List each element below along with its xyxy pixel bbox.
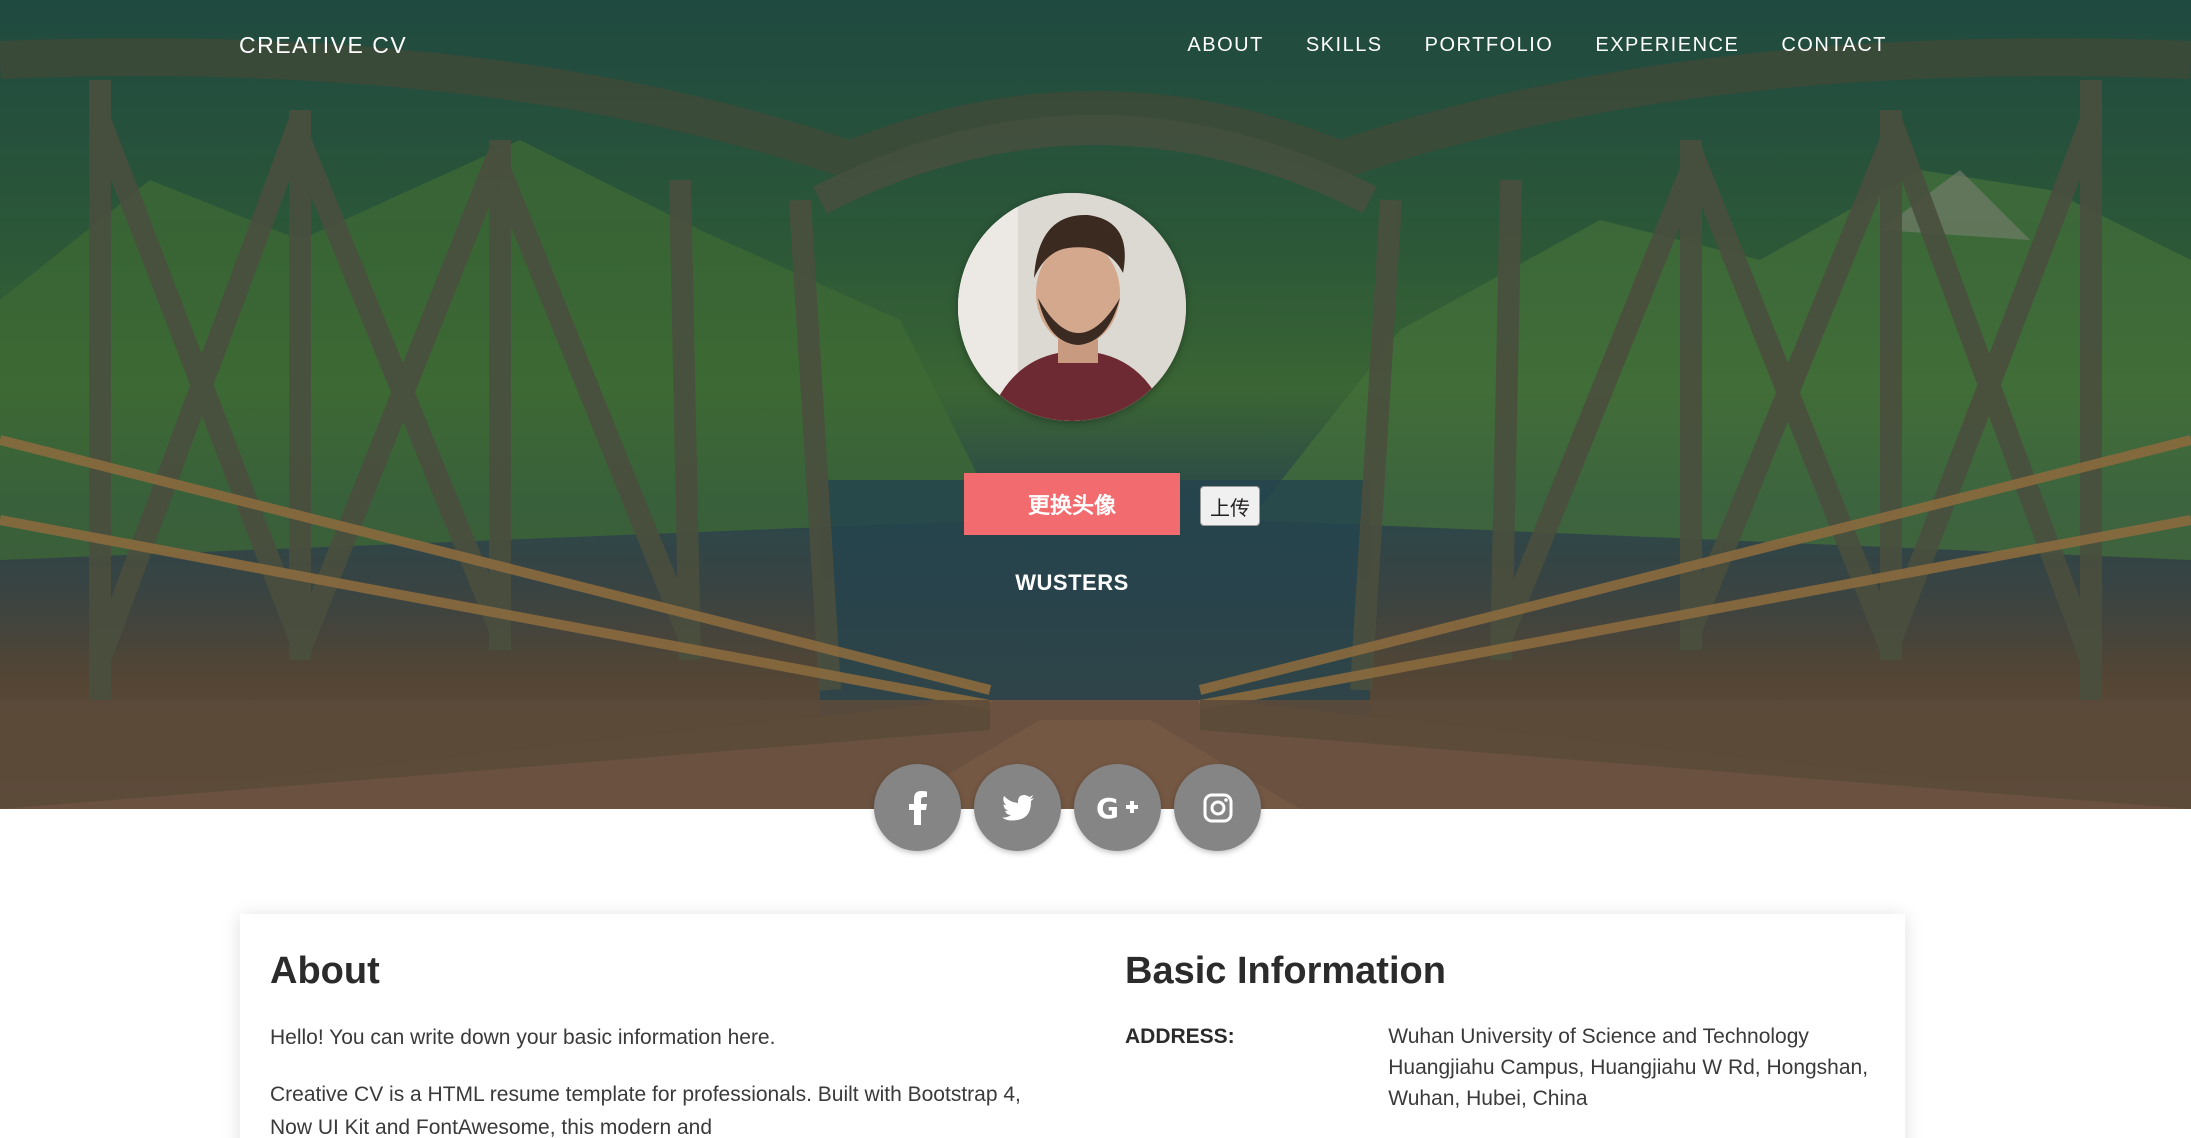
hero-header: CREATIVE CV ABOUT SKILLS PORTFOLIO EXPER… xyxy=(0,0,2191,809)
change-avatar-button[interactable]: 更换头像 xyxy=(964,473,1180,535)
nav-link-about[interactable]: ABOUT xyxy=(1187,34,1263,57)
main-nav: ABOUT SKILLS PORTFOLIO EXPERIENCE CONTAC… xyxy=(1187,34,1887,57)
brand-logo[interactable]: CREATIVE CV xyxy=(239,32,407,59)
twitter-icon xyxy=(1001,794,1034,820)
profile-name: WUSTERS xyxy=(1015,570,1129,595)
instagram-button[interactable] xyxy=(1174,764,1261,851)
nav-link-contact[interactable]: CONTACT xyxy=(1781,34,1887,57)
basic-information-title: Basic Information xyxy=(1125,950,1446,992)
google-plus-icon: G xyxy=(1096,793,1138,823)
social-links: G xyxy=(874,764,1261,851)
twitter-button[interactable] xyxy=(974,764,1061,851)
facebook-icon xyxy=(908,790,927,825)
instagram-icon xyxy=(1203,793,1232,822)
facebook-button[interactable] xyxy=(874,764,961,851)
about-section: About Hello! You can write down your bas… xyxy=(270,950,1030,1138)
nav-link-skills[interactable]: SKILLS xyxy=(1306,34,1383,57)
svg-text:G: G xyxy=(1096,793,1119,823)
info-value-address: Wuhan University of Science and Technolo… xyxy=(1388,1025,1869,1110)
about-title: About xyxy=(270,950,380,992)
avatar-photo xyxy=(958,193,1186,421)
avatar xyxy=(958,193,1186,421)
about-paragraph: Hello! You can write down your basic inf… xyxy=(270,1026,776,1049)
google-plus-button[interactable]: G xyxy=(1074,764,1161,851)
nav-link-portfolio[interactable]: PORTFOLIO xyxy=(1425,34,1554,57)
upload-button[interactable]: 上传 xyxy=(1200,486,1260,526)
nav-link-experience[interactable]: EXPERIENCE xyxy=(1595,34,1739,57)
basic-information-section: Basic Information ADDRESS: Wuhan Univers… xyxy=(1125,950,1885,1114)
info-label-address: ADDRESS: xyxy=(1125,1025,1235,1048)
info-row: ADDRESS: Wuhan University of Science and… xyxy=(1125,1021,1885,1114)
about-paragraph: Creative CV is a HTML resume template fo… xyxy=(270,1083,1021,1138)
about-card: About Hello! You can write down your bas… xyxy=(240,914,1905,1138)
